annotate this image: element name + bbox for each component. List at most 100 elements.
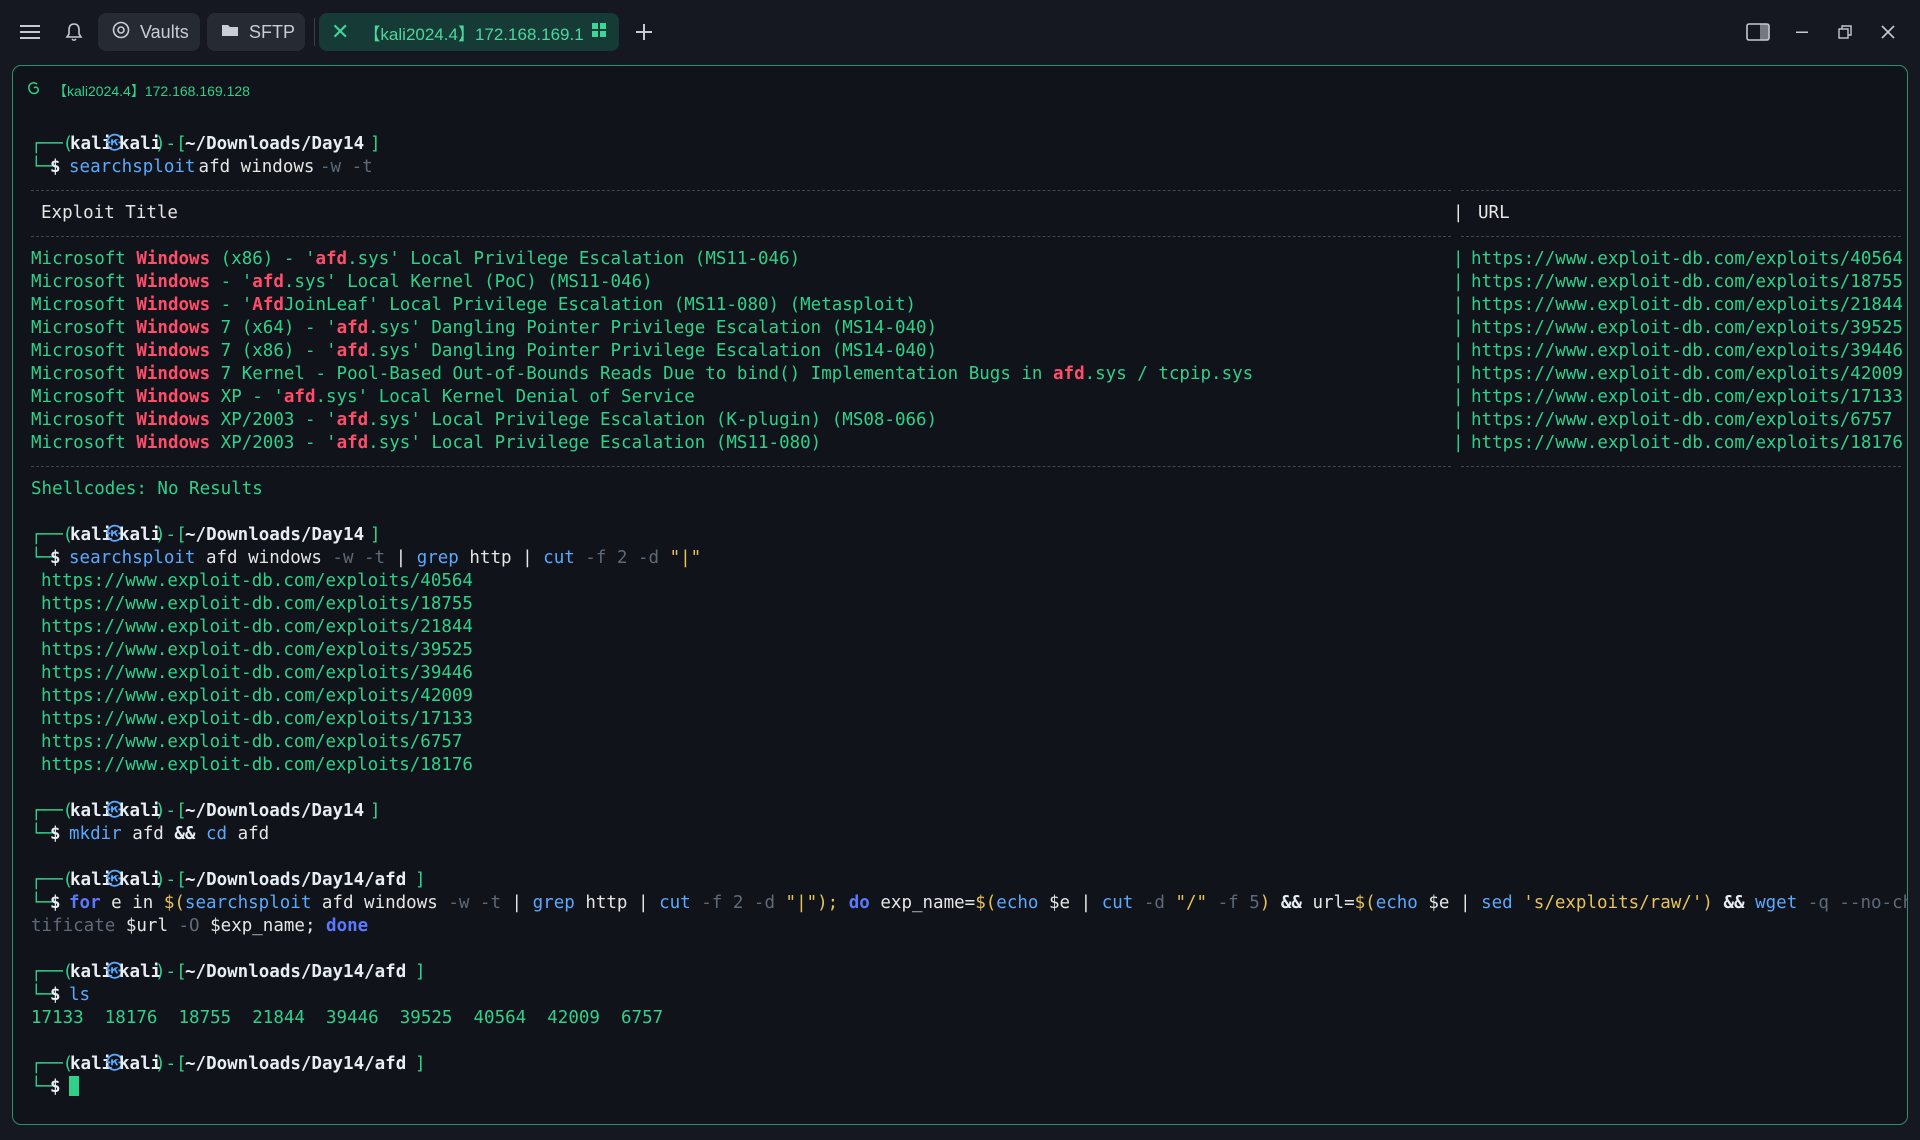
prompt-line: ┌──(kali ㉿ kali)-[~/Downloads/Day14/afd]	[31, 1054, 426, 1074]
command-token: searchsploit	[184, 893, 312, 913]
command-token: )	[1702, 893, 1713, 913]
command-token: -q --no-check-cer	[1807, 893, 1908, 913]
vaults-label: Vaults	[140, 21, 189, 42]
command-line: └─ $ mkdir afd && cd afd	[31, 824, 270, 844]
prompt-line: ┌──(kali ㉿ kali)-[~/Downloads/Day14/afd]	[31, 962, 426, 982]
table-header: Exploit Title | URL	[41, 203, 1510, 223]
session-title: 【kali2024.4】172.168.169.128	[53, 83, 250, 99]
for-loop-command-continued: tificate $url -O $exp_name; done	[31, 915, 368, 938]
command-line-wrap: tificate $url -O $exp_name; done	[13, 915, 1907, 938]
hamburger-icon[interactable]	[14, 14, 46, 50]
vault-icon	[112, 21, 130, 44]
command-token: &&	[1280, 893, 1302, 913]
table-divider	[13, 225, 1907, 248]
table-row: Microsoft Windows XP - 'afd.sys' Local K…	[31, 387, 1903, 407]
command-token: |	[638, 893, 649, 913]
command-token: wget	[1755, 893, 1798, 913]
command-token	[1513, 893, 1524, 913]
command-token: url=	[1301, 893, 1355, 913]
command-line: └─ $ for e in $(searchsploit afd windows -…	[13, 892, 1908, 915]
sftp-label: SFTP	[249, 21, 296, 42]
exploit-url: https://www.exploit-db.com/exploits/4200…	[1471, 364, 1903, 384]
command-token	[1745, 893, 1756, 913]
url-output-line: https://www.exploit-db.com/exploits/4200…	[41, 686, 473, 706]
url-output-line: https://www.exploit-db.com/exploits/3952…	[41, 640, 473, 660]
table-row: Microsoft Windows - 'afd.sys' Local Kern…	[31, 272, 1903, 292]
table-row: Microsoft Windows 7 (x86) - 'afd.sys' Da…	[31, 341, 1903, 361]
command-token: http	[574, 893, 638, 913]
command-token: cut	[659, 893, 691, 913]
folder-icon	[221, 22, 239, 43]
ls-output-line: 17133 18176 18755 21844 39446 39525 4056…	[31, 1008, 664, 1028]
table-row: Microsoft Windows (x86) - 'afd.sys' Loca…	[31, 249, 1903, 269]
vaults-button[interactable]: Vaults	[98, 13, 200, 51]
bell-icon[interactable]	[58, 14, 90, 50]
restore-icon[interactable]	[1829, 16, 1861, 48]
url-output-line: https://www.exploit-db.com/exploits/1875…	[41, 594, 473, 614]
sftp-button[interactable]: SFTP	[207, 13, 305, 51]
url-output-line: https://www.exploit-db.com/exploits/6757	[41, 732, 463, 752]
command-token: )	[1259, 893, 1271, 913]
terminal-output: ┌──(kali ㉿ kali)-[~/Downloads/Day14] └─ $ se…	[13, 133, 1908, 1099]
command-line-active[interactable]: └─ $	[13, 1076, 1907, 1099]
command-token: $e	[1417, 893, 1460, 913]
command-token: echo	[996, 893, 1039, 913]
prompt-path: ~/Downloads/Day14/afd	[185, 962, 407, 982]
url-output-line: https://www.exploit-db.com/exploits/2184…	[41, 617, 473, 637]
command-token	[1270, 893, 1281, 913]
command-token: $(	[975, 893, 997, 913]
command-token: |	[1080, 893, 1092, 913]
command-token: afd windows	[311, 893, 449, 913]
command-token: e	[100, 893, 133, 913]
close-x-icon[interactable]: ✕	[331, 19, 349, 45]
command-token: do	[848, 893, 870, 913]
exploit-url: https://www.exploit-db.com/exploits/4056…	[1471, 249, 1903, 269]
url-output-line: https://www.exploit-db.com/exploits/1817…	[41, 755, 473, 775]
tab-session[interactable]: ✕ 【kali2024.4】172.168.169.1...	[319, 13, 619, 51]
text-cursor[interactable]	[69, 1076, 79, 1096]
prompt-line: ┌──(kali ㉿ kali)-[~/Downloads/Day14]	[31, 134, 381, 154]
prompt-path: ~/Downloads/Day14	[185, 525, 365, 545]
table-divider	[13, 455, 1907, 478]
command-line: └─ $ ls	[31, 985, 91, 1005]
sidebar-panel-icon[interactable]	[1742, 16, 1774, 48]
exploit-url: https://www.exploit-db.com/exploits/1875…	[1471, 272, 1903, 292]
table-row: Microsoft Windows - 'AfdJoinLeaf' Local …	[31, 295, 1903, 315]
command-token	[1713, 893, 1724, 913]
command-token: for	[69, 893, 101, 913]
table-divider	[13, 179, 1907, 202]
exploit-url: https://www.exploit-db.com/exploits/6757	[1471, 410, 1893, 430]
tab-divider	[314, 18, 315, 46]
exploit-url: https://www.exploit-db.com/exploits/1817…	[1471, 433, 1903, 453]
command-token	[649, 893, 660, 913]
grid-icon[interactable]	[591, 22, 607, 43]
col-url: URL	[1478, 203, 1510, 223]
plus-icon[interactable]	[628, 14, 660, 50]
command-token: -f 2 -d	[690, 893, 786, 913]
exploit-url: https://www.exploit-db.com/exploits/1713…	[1471, 387, 1903, 407]
shellcodes-line: Shellcodes: No Results	[31, 479, 263, 499]
command-token: 's/exploits/raw/'	[1523, 893, 1703, 913]
command-token: |	[1460, 893, 1471, 913]
table-row: Microsoft Windows XP/2003 - 'afd.sys' Lo…	[31, 410, 1893, 430]
terminal-panel[interactable]: 【kali2024.4】172.168.169.128 ┌──(kali ㉿ kal…	[12, 65, 1908, 1125]
table-row: Microsoft Windows 7 Kernel - Pool-Based …	[31, 364, 1903, 384]
minimize-icon[interactable]	[1786, 16, 1818, 48]
command-token: -f 5	[1207, 893, 1260, 913]
prompt-line: ┌──(kali ㉿ kali)-[~/Downloads/Day14]	[31, 801, 381, 821]
prompt-line: ┌──(kali ㉿ kali)-[~/Downloads/Day14/afd]	[31, 870, 426, 890]
command-token	[153, 893, 164, 913]
close-icon[interactable]	[1872, 16, 1904, 48]
command-token	[838, 893, 849, 913]
prompt-path: ~/Downloads/Day14/afd	[185, 870, 407, 890]
col-exploit-title: Exploit Title	[41, 203, 178, 223]
prompt-line: ┌──(kali ㉿ kali)-[~/Downloads/Day14]	[31, 525, 381, 545]
prompt-path: ~/Downloads/Day14	[185, 801, 365, 821]
command-token: $(	[1354, 893, 1376, 913]
command-token: sed	[1481, 893, 1513, 913]
table-row: Microsoft Windows XP/2003 - 'afd.sys' Lo…	[31, 433, 1903, 453]
for-loop-command: for e in $(searchsploit afd windows -w -…	[69, 892, 1908, 915]
